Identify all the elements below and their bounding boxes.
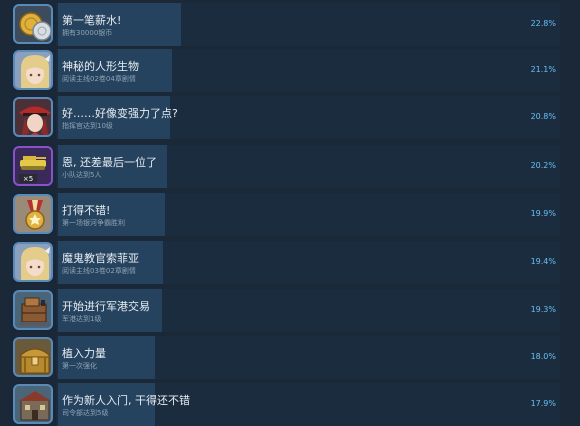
coins-icon [13, 4, 53, 44]
achievement-percent: 19.3% [530, 305, 556, 314]
achievement-row: 第一笔薪水! 拥有30000银币 22.8% [10, 3, 560, 46]
achievement-title: 植入力量 [62, 347, 106, 360]
achievement-percent: 18.0% [530, 352, 556, 361]
achievement-desc: 军港达到1级 [62, 315, 102, 323]
achievement-desc: 拥有30000银币 [62, 29, 113, 37]
red-hat-commander-portrait-icon [13, 97, 53, 137]
achievement-percent: 21.1% [530, 65, 556, 74]
achievement-desc: 小队达到5人 [62, 171, 102, 179]
achievement-row: 好……好像变强力了点? 指挥官达到10级 20.8% [10, 96, 560, 139]
harbor-crate-icon [13, 290, 53, 330]
achievement-percent: 19.9% [530, 209, 556, 218]
achievement-title: 神秘的人形生物 [62, 60, 139, 73]
achievement-title: 第一笔薪水! [62, 14, 122, 27]
achievement-title: 作为新人入门, 干得还不错 [62, 394, 190, 407]
achievement-title: 打得不错! [62, 204, 111, 217]
achievement-row: 神秘的人形生物 阅读主线02卷04章剧情 21.1% [10, 49, 560, 92]
blonde-girl-portrait-icon [13, 50, 53, 90]
achievement-list: 第一笔薪水! 拥有30000银币 22.8% 神秘的人形生物 阅读主线02卷04… [0, 0, 580, 426]
achievement-row: 打得不错! 第一场银河争霸胜利 19.9% [10, 193, 560, 236]
achievement-desc: 司令部达到5级 [62, 409, 109, 417]
badge-label: ×5 [23, 175, 33, 183]
achievement-title: 恩, 还差最后一位了 [62, 156, 157, 169]
treasure-chest-icon [13, 337, 53, 377]
achievement-row: ×5 恩, 还差最后一位了 小队达到5人 20.2% [10, 145, 560, 188]
achievement-desc: 阅读主线03卷02章剧情 [62, 267, 136, 275]
achievement-title: 开始进行军港交易 [62, 300, 150, 313]
achievement-percent: 20.8% [530, 112, 556, 121]
blonde-girl-portrait-icon [13, 242, 53, 282]
achievement-desc: 第一次强化 [62, 362, 97, 370]
achievement-row: 植入力量 第一次强化 18.0% [10, 336, 560, 379]
achievement-row: 开始进行军港交易 军港达到1级 19.3% [10, 289, 560, 332]
achievement-desc: 第一场银河争霸胜利 [62, 219, 125, 227]
medal-icon [13, 194, 53, 234]
achievement-row: 魔鬼教官索菲亚 阅读主线03卷02章剧情 19.4% [10, 241, 560, 284]
achievement-desc: 指挥官达到10级 [62, 122, 113, 130]
achievement-percent: 20.2% [530, 161, 556, 170]
achievement-percent: 22.8% [530, 19, 556, 28]
achievement-row: 作为新人入门, 干得还不错 司令部达到5级 17.9% [10, 383, 560, 426]
headquarters-icon [13, 384, 53, 424]
achievement-title: 魔鬼教官索菲亚 [62, 252, 139, 265]
achievement-title: 好……好像变强力了点? [62, 107, 178, 120]
achievement-percent: 19.4% [530, 257, 556, 266]
achievement-desc: 阅读主线02卷04章剧情 [62, 75, 136, 83]
tank-x5-icon: ×5 [13, 146, 53, 186]
achievement-percent: 17.9% [530, 399, 556, 408]
